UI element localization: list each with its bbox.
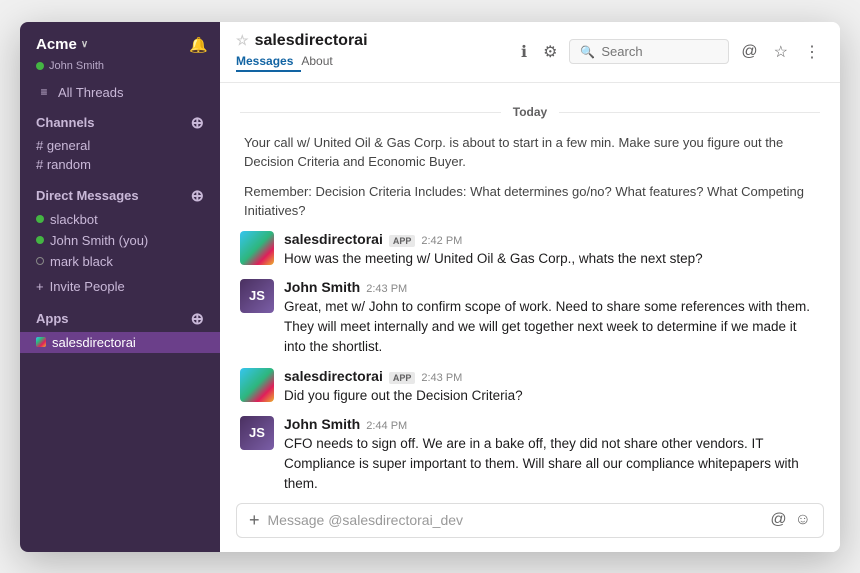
- avatar: [240, 368, 274, 402]
- tab-about[interactable]: About: [301, 52, 340, 72]
- gear-icon: ⚙: [543, 42, 557, 62]
- channel-tabs: Messages About: [236, 52, 368, 72]
- add-app-icon[interactable]: ⊕: [191, 309, 204, 329]
- avatar: JS: [240, 279, 274, 313]
- dm-header[interactable]: Direct Messages ⊕: [20, 178, 220, 209]
- apps-item-salesdirectorai[interactable]: salesdirectorai: [20, 332, 220, 353]
- workspace-name[interactable]: Acme ∨: [36, 36, 88, 53]
- message-group: salesdirectorai APP 2:42 PM How was the …: [240, 231, 820, 269]
- at-icon: @: [741, 43, 757, 61]
- gear-button[interactable]: ⚙: [539, 38, 561, 66]
- sidebar: Acme ∨ 🔔 John Smith ≡ All Threads Channe…: [20, 22, 220, 552]
- dm-item-mark[interactable]: mark black: [20, 251, 220, 272]
- message-text: Great, met w/ John to confirm scope of w…: [284, 297, 820, 358]
- kebab-icon: ⋮: [804, 42, 820, 62]
- user-status: John Smith: [20, 58, 220, 82]
- message-group: salesdirectorai APP 2:43 PM Did you figu…: [240, 368, 820, 406]
- channel-item-random[interactable]: # random: [20, 155, 220, 174]
- dm-item-john[interactable]: John Smith (you): [20, 230, 220, 251]
- search-icon: 🔍: [580, 45, 595, 59]
- dm-status-dot: [36, 236, 44, 244]
- status-dot: [36, 62, 44, 70]
- dm-status-dot: [36, 215, 44, 223]
- channel-header-left: ☆ salesdirectorai Messages About: [236, 32, 368, 72]
- input-right-icons: @ ☺: [770, 511, 811, 529]
- date-divider: Today: [240, 103, 820, 121]
- message-header: salesdirectorai APP 2:42 PM: [284, 231, 820, 247]
- channel-header: ☆ salesdirectorai Messages About ℹ: [220, 22, 840, 83]
- plus-icon[interactable]: +: [249, 510, 260, 531]
- avatar: JS: [240, 416, 274, 450]
- main-content: ☆ salesdirectorai Messages About ℹ: [220, 22, 840, 552]
- channels-section: Channels ⊕ # general # random: [20, 103, 220, 176]
- search-box[interactable]: 🔍: [569, 39, 729, 64]
- message-content: salesdirectorai APP 2:42 PM How was the …: [284, 231, 820, 269]
- message-content: salesdirectorai APP 2:43 PM Did you figu…: [284, 368, 820, 406]
- channel-item-general[interactable]: # general: [20, 136, 220, 155]
- messages-area: Today Your call w/ United Oil & Gas Corp…: [220, 83, 840, 493]
- message-text: CFO needs to sign off. We are in a bake …: [284, 434, 820, 493]
- plus-icon: +: [36, 279, 44, 294]
- bookmark-icon: ☆: [774, 42, 788, 62]
- app-logo-icon: [36, 337, 46, 347]
- chevron-icon: ∨: [81, 39, 88, 50]
- channel-name: ☆ salesdirectorai: [236, 32, 368, 50]
- message-text: Did you figure out the Decision Criteria…: [284, 386, 820, 406]
- message-text: How was the meeting w/ United Oil & Gas …: [284, 249, 820, 269]
- at-button[interactable]: @: [737, 39, 761, 65]
- sidebar-item-all-threads[interactable]: ≡ All Threads: [20, 82, 220, 103]
- add-dm-icon[interactable]: ⊕: [191, 186, 204, 206]
- message-header: John Smith 2:44 PM: [284, 416, 820, 432]
- emoji-icon[interactable]: ☺: [795, 511, 811, 529]
- system-message-1: Your call w/ United Oil & Gas Corp. is a…: [240, 133, 820, 172]
- message-input[interactable]: [268, 512, 763, 528]
- message-group: JS John Smith 2:44 PM CFO needs to sign …: [240, 416, 820, 493]
- channel-header-right: ℹ ⚙ 🔍 @ ☆ ⋮: [517, 38, 824, 66]
- info-icon: ℹ: [521, 42, 527, 62]
- info-button[interactable]: ℹ: [517, 38, 531, 66]
- bookmark-button[interactable]: ☆: [770, 38, 792, 66]
- workspace-header: Acme ∨ 🔔: [20, 22, 220, 58]
- search-input[interactable]: [601, 44, 718, 59]
- system-message-2: Remember: Decision Criteria Includes: Wh…: [240, 182, 820, 221]
- message-content: John Smith 2:43 PM Great, met w/ John to…: [284, 279, 820, 358]
- message-header: salesdirectorai APP 2:43 PM: [284, 368, 820, 384]
- dm-item-slackbot[interactable]: slackbot: [20, 209, 220, 230]
- apps-header[interactable]: Apps ⊕: [20, 301, 220, 332]
- at-input-icon[interactable]: @: [770, 511, 786, 529]
- message-input-box: + @ ☺: [236, 503, 824, 538]
- message-content: John Smith 2:44 PM CFO needs to sign off…: [284, 416, 820, 493]
- threads-icon: ≡: [36, 85, 52, 99]
- bell-icon[interactable]: 🔔: [189, 36, 208, 54]
- add-channel-icon[interactable]: ⊕: [191, 113, 204, 133]
- avatar: [240, 231, 274, 265]
- message-input-area: + @ ☺: [220, 493, 840, 552]
- apps-section: Apps ⊕ salesdirectorai: [20, 299, 220, 355]
- tab-messages[interactable]: Messages: [236, 52, 301, 72]
- dm-section: Direct Messages ⊕ slackbot John Smith (y…: [20, 176, 220, 274]
- kebab-button[interactable]: ⋮: [800, 38, 824, 66]
- dm-status-dot: [36, 257, 44, 265]
- channels-header[interactable]: Channels ⊕: [20, 105, 220, 136]
- star-icon[interactable]: ☆: [236, 32, 249, 49]
- message-group: JS John Smith 2:43 PM Great, met w/ John…: [240, 279, 820, 358]
- message-header: John Smith 2:43 PM: [284, 279, 820, 295]
- invite-people-item[interactable]: + Invite People: [20, 274, 220, 299]
